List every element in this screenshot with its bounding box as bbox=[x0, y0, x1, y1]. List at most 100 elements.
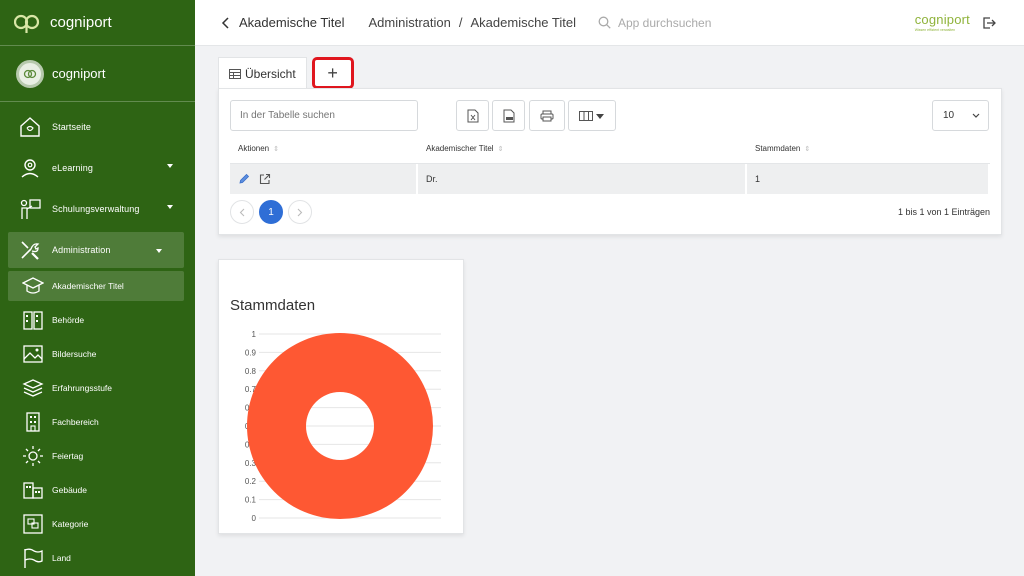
sidebar-item-startseite[interactable]: Startseite bbox=[0, 106, 195, 147]
brand-logo-tagline: Wissen effizient verwalten bbox=[914, 28, 956, 32]
page-size-select[interactable]: 10 bbox=[932, 100, 989, 131]
logout-icon[interactable] bbox=[982, 16, 996, 30]
sidebar-subitem-akademischer-titel[interactable]: Akademischer Titel bbox=[8, 271, 184, 301]
sidebar-item-label: Schulungsverwaltung bbox=[52, 203, 140, 214]
sidebar-subitem-label: Erfahrungsstufe bbox=[52, 383, 113, 393]
sidebar-subitem-fachbereich[interactable]: Fachbereich bbox=[0, 405, 195, 439]
presenter-icon bbox=[18, 197, 42, 221]
cell-stammdaten: 1 bbox=[747, 164, 990, 194]
y-tick-label: 1 bbox=[252, 330, 257, 339]
buildings-icon bbox=[22, 479, 44, 501]
sidebar-subitem-label: Kategorie bbox=[52, 519, 89, 529]
chevron-down-icon[interactable] bbox=[167, 164, 173, 168]
tab-label: Übersicht bbox=[245, 66, 296, 81]
graduation-cap-icon bbox=[22, 275, 44, 297]
user-name: cogniport bbox=[52, 66, 106, 81]
sidebar-item-schulungsverwaltung[interactable]: Schulungsverwaltung bbox=[0, 188, 195, 229]
flag-icon bbox=[22, 547, 44, 569]
table-info: 1 bis 1 von 1 Einträgen bbox=[897, 207, 990, 217]
layers-icon bbox=[22, 377, 44, 399]
sidebar-subitem-gebaeude[interactable]: Gebäude bbox=[0, 473, 195, 507]
sort-icon: ⇕ bbox=[804, 145, 811, 153]
sidebar-subitem-land[interactable]: Land bbox=[0, 541, 195, 575]
print-button[interactable] bbox=[529, 100, 565, 131]
open-external-icon[interactable] bbox=[259, 173, 271, 185]
home-icon bbox=[18, 115, 42, 139]
user-profile[interactable]: cogniport bbox=[0, 46, 195, 102]
y-tick-label: 0.1 bbox=[245, 496, 257, 505]
file-excel-icon bbox=[467, 109, 478, 122]
sidebar-subitem-label: Behörde bbox=[52, 315, 85, 325]
sidebar-subitem-label: Bildersuche bbox=[52, 349, 97, 359]
column-header-aktionen[interactable]: Aktionen ⇕ bbox=[230, 134, 418, 164]
sidebar: cogniport cogniport Startseite eLearning bbox=[0, 0, 195, 576]
chevron-down-icon[interactable] bbox=[167, 205, 173, 209]
sort-icon: ⇕ bbox=[497, 145, 504, 153]
user-logo-icon bbox=[23, 69, 37, 78]
building-icon bbox=[22, 309, 44, 331]
table-header-row: Aktionen ⇕ Akademischer Titel ⇕ Stammdaten… bbox=[230, 134, 990, 164]
export-pdf-button[interactable] bbox=[492, 100, 525, 131]
breadcrumb-item[interactable]: Administration bbox=[369, 15, 451, 30]
column-header-label: Akademischer Titel bbox=[426, 144, 494, 153]
next-page-button[interactable] bbox=[288, 200, 312, 224]
sidebar-item-label: Administration bbox=[52, 245, 111, 255]
y-tick-label: 0 bbox=[252, 514, 257, 523]
page-size-value: 10 bbox=[943, 110, 955, 121]
app-search[interactable]: App durchsuchen bbox=[598, 16, 711, 30]
y-tick-label: 0.8 bbox=[245, 367, 257, 376]
chevron-left-icon bbox=[239, 208, 245, 216]
sidebar-subitem-label: Fachbereich bbox=[52, 417, 99, 427]
y-tick-label: 0.2 bbox=[245, 477, 257, 486]
brand-name: cogniport bbox=[50, 14, 112, 31]
chart-card: Stammdaten 10.90.80.70.60.50.40.30.20.10 bbox=[218, 259, 464, 534]
sidebar-item-administration[interactable]: Administration bbox=[8, 232, 184, 268]
pagination: 1 bbox=[230, 200, 312, 224]
sidebar-subitem-label: Akademischer Titel bbox=[52, 281, 124, 291]
table-search-input[interactable] bbox=[230, 100, 418, 131]
elearning-icon bbox=[18, 156, 42, 180]
sidebar-subitem-feiertag[interactable]: Feiertag bbox=[0, 439, 195, 473]
sidebar-subitem-bildersuche[interactable]: Bildersuche bbox=[0, 337, 195, 371]
sidebar-subitem-behoerde[interactable]: Behörde bbox=[0, 303, 195, 337]
chevron-down-icon bbox=[972, 113, 980, 118]
edit-pencil-icon[interactable] bbox=[238, 173, 250, 185]
export-excel-button[interactable] bbox=[456, 100, 489, 131]
column-header-label: Aktionen bbox=[238, 144, 270, 153]
top-bar: Akademische Titel Administration / Akade… bbox=[195, 0, 1024, 46]
add-button[interactable]: + bbox=[311, 57, 354, 89]
cogniport-logo-icon bbox=[14, 14, 40, 33]
column-header-akademischer-titel[interactable]: Akademischer Titel ⇕ bbox=[418, 134, 747, 164]
columns-icon bbox=[579, 110, 604, 121]
column-visibility-button[interactable] bbox=[568, 100, 616, 131]
column-header-stammdaten[interactable]: Stammdaten ⇕ bbox=[747, 134, 990, 164]
tab-uebersicht[interactable]: Übersicht bbox=[218, 57, 307, 89]
y-tick-label: 0.9 bbox=[245, 348, 257, 357]
table-card: 10 Aktionen⇕ Akademischer Titel⇕ Stammda… bbox=[218, 88, 1002, 235]
previous-page-button[interactable] bbox=[230, 200, 254, 224]
table-row: Dr. 1 bbox=[230, 164, 990, 194]
breadcrumb-item: Akademische Titel bbox=[470, 15, 577, 30]
sidebar-subitem-kategorie[interactable]: Kategorie bbox=[0, 507, 195, 541]
row-actions bbox=[230, 164, 418, 194]
brand-logo: cogniport Wissen effizient verwalten bbox=[915, 12, 970, 32]
stammdaten-chart: 10.90.80.70.60.50.40.30.20.10 bbox=[245, 330, 441, 523]
breadcrumb: Administration / Akademische Titel bbox=[369, 15, 577, 30]
sidebar-brand[interactable]: cogniport bbox=[0, 0, 195, 46]
search-icon bbox=[598, 16, 611, 29]
chevron-down-icon[interactable] bbox=[156, 249, 162, 253]
cell-akademischer-titel: Dr. bbox=[418, 164, 747, 194]
sort-icon: ⇕ bbox=[273, 145, 280, 153]
sidebar-item-label: Startseite bbox=[52, 121, 92, 132]
sidebar-item-elearning[interactable]: eLearning bbox=[0, 147, 195, 188]
sidebar-subitem-label: Land bbox=[52, 553, 71, 563]
page-title: Akademische Titel bbox=[239, 15, 345, 30]
view-tabs: Übersicht + bbox=[218, 57, 354, 89]
sidebar-item-label: eLearning bbox=[52, 162, 93, 173]
table-icon bbox=[229, 68, 241, 79]
back-chevron-icon[interactable] bbox=[221, 16, 235, 30]
sidebar-subitem-erfahrungsstufe[interactable]: Erfahrungsstufe bbox=[0, 371, 195, 405]
page-button-current[interactable]: 1 bbox=[259, 200, 283, 224]
brand-logo-text: cogniport bbox=[914, 12, 970, 27]
office-icon bbox=[22, 411, 44, 433]
